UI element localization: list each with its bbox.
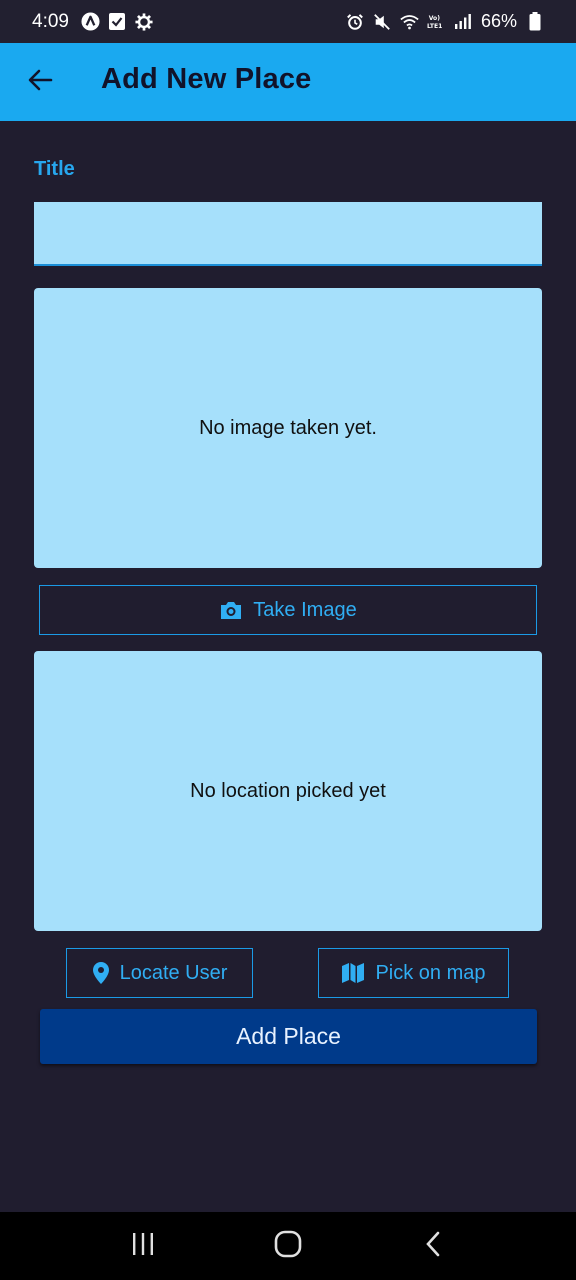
recent-apps-icon [131, 1232, 155, 1261]
alarm-icon [346, 12, 365, 31]
title-input[interactable] [34, 202, 542, 266]
status-bar: 4:09 Vo) LTE1 66% [0, 0, 576, 43]
battery-percent: 66% [480, 11, 517, 31]
navigation-bar [0, 1212, 576, 1280]
image-preview: No image taken yet. [34, 288, 542, 568]
back-button[interactable] [22, 64, 58, 100]
settings-gear-icon [135, 12, 154, 31]
location-preview-text: No location picked yet [190, 779, 386, 802]
arrow-left-icon [27, 68, 53, 97]
title-label: Title [34, 158, 75, 180]
status-right: Vo) LTE1 66% [346, 11, 544, 32]
wifi-icon [400, 12, 419, 31]
add-place-button[interactable]: Add Place [40, 1009, 537, 1064]
status-time: 4:09 [32, 10, 69, 32]
app-notification-icon [81, 12, 100, 31]
svg-text:Vo): Vo) [429, 15, 440, 22]
page-title: Add New Place [101, 63, 312, 95]
signal-icon [454, 12, 473, 31]
locate-user-label: Locate User [119, 961, 228, 984]
back-icon [424, 1230, 442, 1263]
image-preview-text: No image taken yet. [199, 416, 377, 439]
checkbox-notification-icon [108, 12, 127, 31]
svg-text:LTE1: LTE1 [427, 23, 442, 30]
mute-icon [373, 12, 392, 31]
app-bar: Add New Place [0, 43, 576, 121]
map-icon [341, 962, 365, 984]
home-button[interactable] [258, 1221, 318, 1271]
system-back-button[interactable] [403, 1221, 463, 1271]
battery-icon [525, 12, 544, 31]
status-left: 4:09 [32, 11, 154, 33]
location-pin-icon [92, 961, 110, 985]
take-image-label: Take Image [253, 598, 357, 621]
volte-icon: Vo) LTE1 [427, 12, 446, 31]
camera-icon [219, 600, 243, 620]
recent-apps-button[interactable] [113, 1221, 173, 1271]
locate-user-button[interactable]: Locate User [66, 948, 253, 998]
home-icon [274, 1230, 302, 1263]
location-preview: No location picked yet [34, 651, 542, 931]
pick-on-map-button[interactable]: Pick on map [318, 948, 509, 998]
take-image-button[interactable]: Take Image [39, 585, 537, 635]
pick-on-map-label: Pick on map [375, 961, 486, 984]
